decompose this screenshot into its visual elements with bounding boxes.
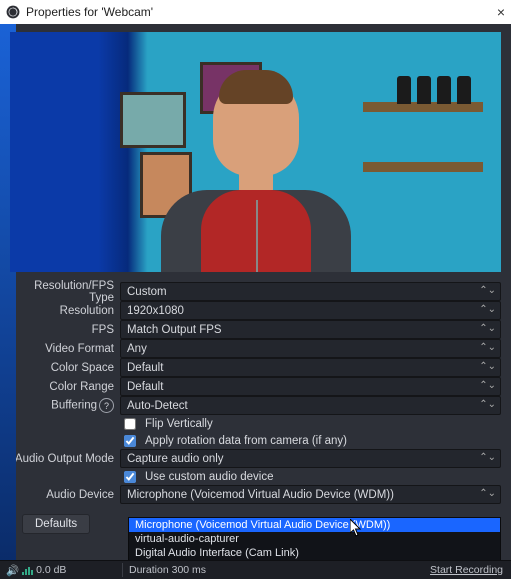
value-duration: 300 ms bbox=[172, 564, 206, 576]
chevron-updown-icon: ⌃⌄ bbox=[479, 452, 496, 463]
select-color-space[interactable]: Default⌃⌄ bbox=[120, 358, 501, 377]
obs-logo-icon bbox=[6, 5, 20, 19]
label-audio-device: Audio Device bbox=[10, 489, 114, 501]
select-fps[interactable]: Match Output FPS⌃⌄ bbox=[120, 320, 501, 339]
start-recording-link[interactable]: Start Recording bbox=[430, 564, 511, 576]
chevron-updown-icon: ⌃⌄ bbox=[479, 323, 496, 334]
audio-device-option[interactable]: Digital Audio Interface (Cam Link) bbox=[129, 546, 500, 560]
label-flip-vertically[interactable]: Flip Vertically bbox=[145, 418, 213, 430]
audio-level: 0.0 dB bbox=[36, 564, 66, 576]
label-color-space: Color Space bbox=[10, 362, 114, 374]
chevron-updown-icon: ⌃⌄ bbox=[479, 488, 496, 499]
dialog-content: Resolution/FPS Type Custom⌃⌄ Resolution … bbox=[0, 24, 511, 579]
chevron-updown-icon: ⌃⌄ bbox=[479, 399, 496, 410]
properties-form: Resolution/FPS Type Custom⌃⌄ Resolution … bbox=[10, 282, 501, 504]
select-color-range[interactable]: Default⌃⌄ bbox=[120, 377, 501, 396]
select-resfps-type[interactable]: Custom⌃⌄ bbox=[120, 282, 501, 301]
select-audio-output-mode[interactable]: Capture audio only⌃⌄ bbox=[120, 449, 501, 468]
audio-device-option[interactable]: virtual-audio-capturer bbox=[129, 532, 500, 546]
label-use-custom-audio[interactable]: Use custom audio device bbox=[145, 471, 273, 483]
chevron-updown-icon: ⌃⌄ bbox=[479, 361, 496, 372]
help-icon[interactable]: ? bbox=[99, 398, 114, 413]
select-audio-device[interactable]: Microphone (Voicemod Virtual Audio Devic… bbox=[120, 485, 501, 504]
select-buffering[interactable]: Auto-Detect⌃⌄ bbox=[120, 396, 501, 415]
label-fps: FPS bbox=[10, 324, 114, 336]
label-apply-rotation[interactable]: Apply rotation data from camera (if any) bbox=[145, 435, 347, 447]
chevron-updown-icon: ⌃⌄ bbox=[479, 285, 496, 296]
audio-device-option[interactable]: Microphone (Voicemod Virtual Audio Devic… bbox=[129, 518, 500, 532]
label-video-format: Video Format bbox=[10, 343, 114, 355]
label-buffering: Buffering? bbox=[10, 398, 114, 413]
window-title: Properties for 'Webcam' bbox=[26, 5, 153, 19]
select-resolution[interactable]: 1920x1080⌃⌄ bbox=[120, 301, 501, 320]
checkbox-apply-rotation[interactable] bbox=[124, 435, 136, 447]
titlebar: Properties for 'Webcam' × bbox=[0, 0, 511, 24]
chevron-updown-icon: ⌃⌄ bbox=[479, 380, 496, 391]
label-resolution: Resolution bbox=[10, 305, 114, 317]
checkbox-use-custom-audio[interactable] bbox=[124, 471, 136, 483]
chevron-updown-icon: ⌃⌄ bbox=[479, 304, 496, 315]
source-preview bbox=[10, 32, 501, 272]
chevron-updown-icon: ⌃⌄ bbox=[479, 342, 496, 353]
label-audio-output-mode: Audio Output Mode bbox=[10, 453, 114, 465]
label-resfps: Resolution/FPS Type bbox=[10, 280, 114, 304]
audio-meter bbox=[22, 565, 33, 575]
label-color-range: Color Range bbox=[10, 381, 114, 393]
checkbox-flip-vertically[interactable] bbox=[124, 418, 136, 430]
speaker-icon[interactable]: 🔊 bbox=[6, 564, 19, 577]
status-bar: 🔊 0.0 dB Duration 300 ms Start Recording bbox=[0, 560, 511, 579]
defaults-button[interactable]: Defaults bbox=[22, 514, 90, 534]
label-duration: Duration bbox=[129, 564, 169, 576]
close-icon[interactable]: × bbox=[497, 4, 505, 20]
select-video-format[interactable]: Any⌃⌄ bbox=[120, 339, 501, 358]
